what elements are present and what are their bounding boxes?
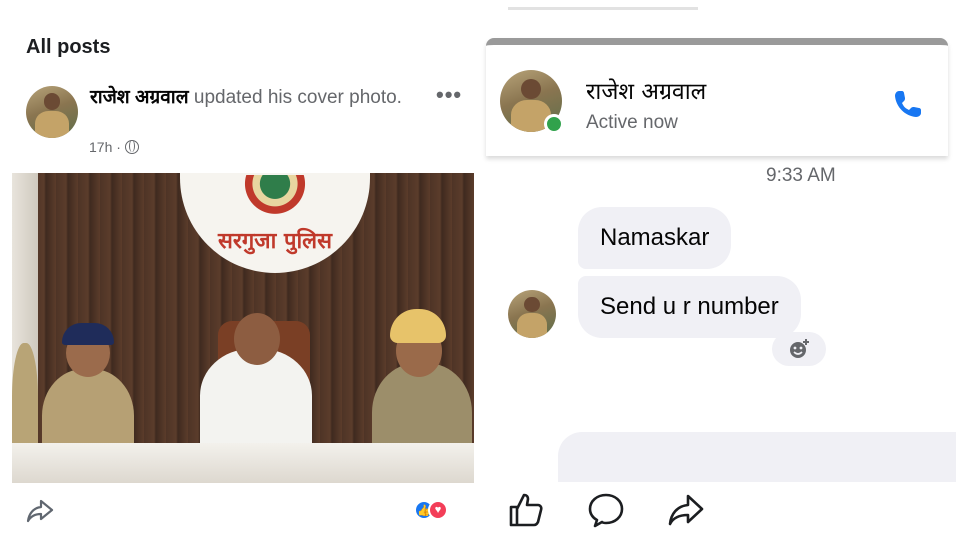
message-bubble[interactable]: Send u r number (578, 276, 801, 338)
messenger-chat-panel: राजेश अग्रवाल Active now 9:33 AM Namaska… (480, 0, 960, 540)
post-header: राजेश अग्रवाल updated his cover photo. (90, 84, 410, 112)
post-author-name[interactable]: राजेश अग्रवाल (90, 87, 189, 108)
post-meta: 17h · (89, 139, 139, 155)
post-action-text: updated his cover photo. (188, 87, 402, 108)
phone-icon[interactable] (890, 86, 926, 122)
share-icon[interactable] (26, 498, 54, 524)
officer-left-cap (62, 323, 114, 345)
section-title: All posts (26, 36, 111, 58)
cover-photo[interactable]: सरगुजा पुलिस (12, 173, 474, 483)
message-timestamp: 9:33 AM (766, 165, 836, 186)
cropped-top-bar (508, 0, 698, 10)
like-icon[interactable] (506, 490, 546, 530)
add-reaction-button[interactable] (772, 332, 826, 366)
message-sender-avatar (508, 290, 556, 338)
chat-contact-status: Active now (586, 112, 678, 133)
message-bubble[interactable]: Namaskar (578, 207, 732, 269)
message-bubble-partial (558, 432, 956, 482)
add-reaction-icon (790, 339, 809, 358)
man-center-head (234, 313, 280, 365)
online-status-dot (544, 114, 564, 134)
chat-contact-name[interactable]: राजेश अग्रवाल (586, 74, 706, 106)
post-author-avatar[interactable] (26, 86, 78, 138)
share-icon[interactable] (666, 490, 706, 530)
more-dots-icon[interactable]: ••• (436, 82, 462, 108)
post-time[interactable]: 17h · (89, 139, 121, 155)
love-reaction-icon: ♥ (428, 500, 448, 520)
facebook-post-panel: All posts राजेश अग्रवाल updated his cove… (0, 0, 480, 540)
reaction-summary[interactable]: 👍 ♥ (414, 500, 448, 520)
globe-icon (124, 140, 139, 154)
police-sign-text: सरगुजा पुलिस (218, 229, 332, 254)
officer-right-turban (390, 309, 446, 343)
comment-icon[interactable] (586, 490, 626, 530)
conference-table (12, 443, 474, 483)
